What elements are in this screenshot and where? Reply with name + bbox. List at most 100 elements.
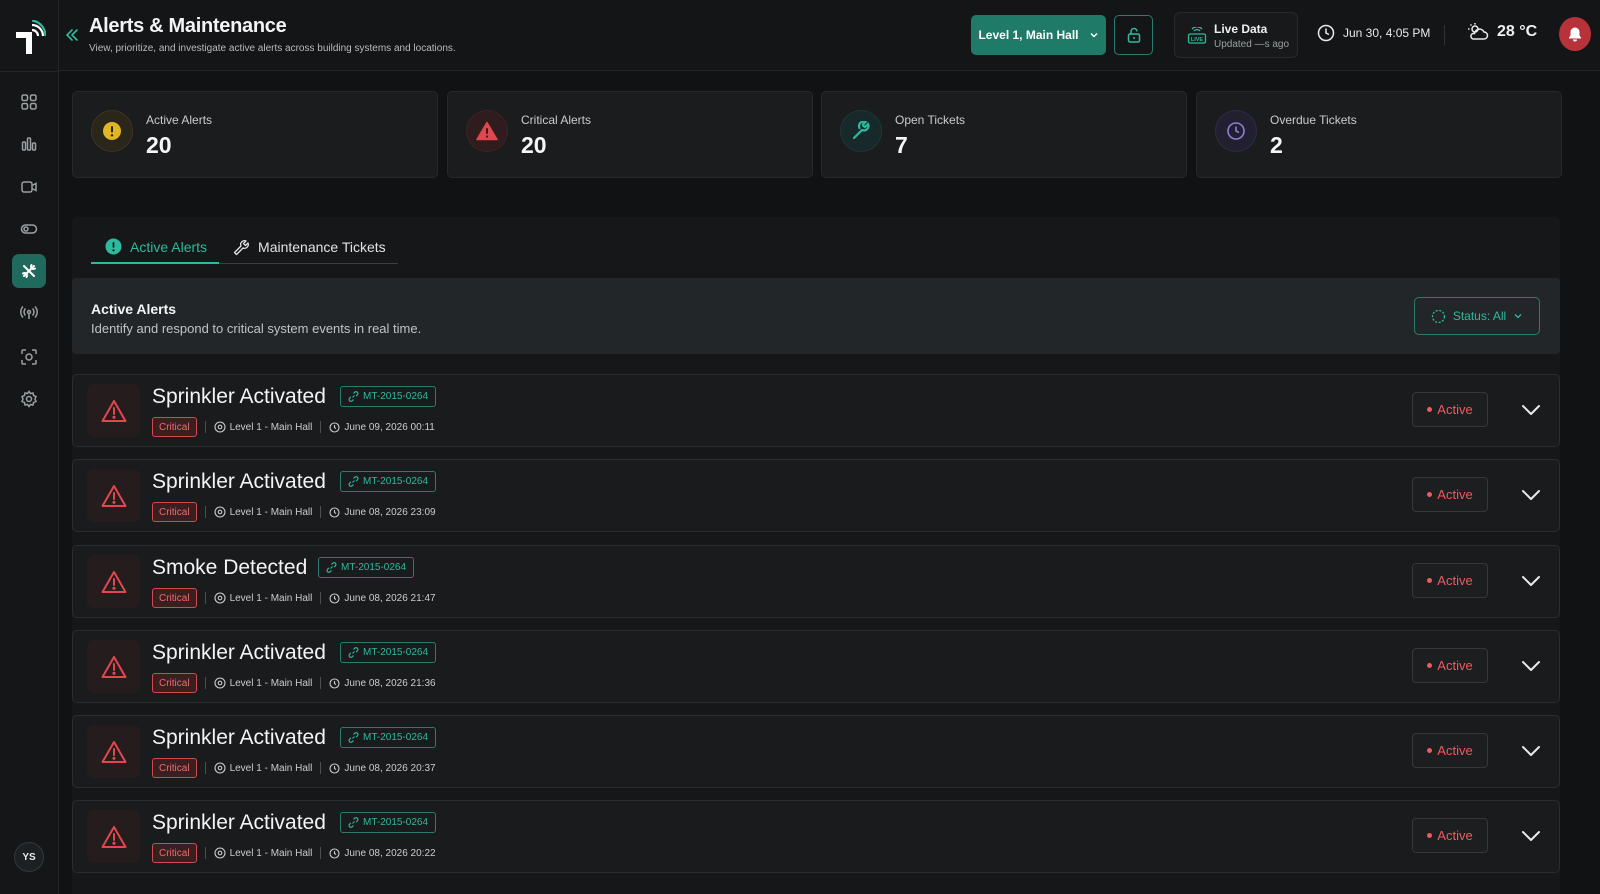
alert-title: Sprinkler Activated: [152, 811, 326, 834]
alert-location-text: Level 1 - Main Hall: [229, 421, 313, 433]
alert-status-button[interactable]: Active: [1412, 392, 1488, 427]
stat-card-active-alerts[interactable]: Active Alerts 20: [72, 91, 438, 178]
alert-meta: Critical Level 1 - Main Hall June 08, 20…: [152, 502, 436, 522]
camera-icon: [21, 181, 37, 193]
alert-status-button[interactable]: Active: [1412, 477, 1488, 512]
ticket-id-badge[interactable]: MT-2015-0264: [340, 642, 437, 663]
alert-row[interactable]: Smoke Detected MT-2015-0264 Critical Lev…: [72, 545, 1560, 618]
chevron-down-icon: [1090, 33, 1098, 38]
alert-meta: Critical Level 1 - Main Hall June 08, 20…: [152, 588, 436, 608]
alert-status-text: Active: [1437, 402, 1473, 417]
ticket-id-text: MT-2015-0264: [363, 391, 429, 402]
nav-settings[interactable]: [12, 382, 46, 416]
nav-controls[interactable]: [12, 212, 46, 246]
alert-circle-icon: [105, 238, 122, 255]
tab-maintenance-tickets[interactable]: Maintenance Tickets: [219, 231, 398, 263]
alert-status-button[interactable]: Active: [1412, 733, 1488, 768]
alert-time: June 08, 2026 23:09: [329, 507, 436, 518]
svg-text:LIVE: LIVE: [1191, 37, 1204, 43]
nav-dashboard[interactable]: [12, 85, 46, 119]
ticket-id-badge[interactable]: MT-2015-0264: [340, 471, 437, 492]
meta-divider: [320, 421, 322, 433]
ticket-id-text: MT-2015-0264: [363, 732, 429, 743]
notifications-button[interactable]: [1559, 17, 1591, 51]
stat-value: 7: [895, 132, 908, 158]
link-icon: [348, 391, 359, 402]
expand-chevron-icon[interactable]: [1520, 486, 1542, 504]
nav-maintenance[interactable]: [12, 254, 46, 288]
severity-badge: Critical: [152, 502, 197, 522]
alert-status-button[interactable]: Active: [1412, 818, 1488, 853]
alert-time-text: June 08, 2026 20:37: [344, 762, 436, 774]
stat-card-open-tickets[interactable]: Open Tickets 7: [821, 91, 1187, 178]
alert-location: Level 1 - Main Hall: [214, 847, 312, 859]
section-subtitle: Identify and respond to critical system …: [91, 321, 422, 336]
alert-status-button[interactable]: Active: [1412, 648, 1488, 683]
nav-scan[interactable]: [12, 340, 46, 374]
alert-icon-wrap: [87, 725, 140, 778]
alert-status-text: Active: [1437, 487, 1473, 502]
severity-badge: Critical: [152, 843, 197, 863]
ticket-id-badge[interactable]: MT-2015-0264: [340, 386, 437, 407]
alert-time: June 08, 2026 20:22: [329, 848, 436, 859]
expand-chevron-icon[interactable]: [1520, 572, 1542, 590]
tab-active-alerts[interactable]: Active Alerts: [91, 231, 220, 264]
bell-icon: [1569, 27, 1581, 42]
alert-meta: Critical Level 1 - Main Hall June 08, 20…: [152, 843, 436, 863]
meta-divider: [320, 677, 322, 689]
lock-button[interactable]: [1114, 15, 1153, 55]
clock-icon: [329, 592, 340, 604]
stat-icon-wrap: [840, 110, 882, 152]
ticket-id-text: MT-2015-0264: [363, 817, 429, 828]
stat-card-overdue-tickets[interactable]: Overdue Tickets 2: [1196, 91, 1562, 178]
location-pin-icon: [214, 677, 226, 689]
app-logo[interactable]: [12, 20, 46, 56]
stat-card-critical-alerts[interactable]: Critical Alerts 20: [447, 91, 813, 178]
meta-divider: [320, 592, 322, 604]
weather-display: 28 °C: [1467, 22, 1537, 42]
page-title: Alerts & Maintenance: [89, 15, 287, 37]
warning-triangle-icon: [101, 740, 126, 763]
location-selector[interactable]: Level 1, Main Hall: [971, 15, 1106, 55]
alert-location-text: Level 1 - Main Hall: [229, 506, 313, 518]
status-dot: [1427, 663, 1433, 668]
alert-icon-wrap: [87, 810, 140, 863]
clock-icon: [329, 421, 340, 433]
stat-value: 20: [146, 132, 172, 158]
alert-row[interactable]: Sprinkler Activated MT-2015-0264 Critica…: [72, 800, 1560, 873]
expand-chevron-icon[interactable]: [1520, 827, 1542, 845]
expand-chevron-icon[interactable]: [1520, 657, 1542, 675]
sidebar: YS: [0, 0, 59, 894]
alert-row[interactable]: Sprinkler Activated MT-2015-0264 Critica…: [72, 630, 1560, 703]
location-pin-icon: [214, 592, 226, 604]
temperature-text: 28 °C: [1497, 23, 1538, 40]
meta-divider: [204, 506, 206, 518]
alert-status-text: Active: [1437, 743, 1473, 758]
warning-triangle-icon: [101, 825, 126, 848]
nav-analytics[interactable]: [12, 127, 46, 161]
alert-location: Level 1 - Main Hall: [214, 506, 313, 518]
ticket-id-badge[interactable]: MT-2015-0264: [340, 812, 437, 833]
status-filter-dropdown[interactable]: Status: All: [1414, 297, 1540, 335]
ticket-id-badge[interactable]: MT-2015-0264: [340, 727, 437, 748]
warning-triangle-icon: [101, 484, 126, 507]
stat-label: Open Tickets: [895, 113, 966, 127]
alert-status-button[interactable]: Active: [1412, 563, 1488, 598]
alert-row[interactable]: Sprinkler Activated MT-2015-0264 Critica…: [72, 374, 1560, 447]
nav-cameras[interactable]: [12, 170, 46, 204]
stat-value: 2: [1270, 132, 1283, 158]
live-data-indicator: LIVE Live Data Updated —s ago: [1174, 12, 1298, 58]
ticket-id-badge[interactable]: MT-2015-0264: [318, 557, 415, 578]
status-dot: [1427, 407, 1433, 412]
alert-row[interactable]: Sprinkler Activated MT-2015-0264 Critica…: [72, 459, 1560, 532]
alert-title: Smoke Detected: [152, 556, 308, 579]
meta-divider: [204, 762, 206, 774]
user-avatar[interactable]: YS: [14, 842, 44, 872]
alert-row[interactable]: Sprinkler Activated MT-2015-0264 Critica…: [72, 715, 1560, 788]
expand-chevron-icon[interactable]: [1520, 742, 1542, 760]
collapse-sidebar-icon[interactable]: [63, 26, 81, 44]
nav-sensors[interactable]: [12, 296, 46, 330]
alert-location-text: Level 1 - Main Hall: [229, 677, 313, 689]
expand-chevron-icon[interactable]: [1520, 401, 1542, 419]
stat-icon-wrap: [91, 110, 133, 152]
